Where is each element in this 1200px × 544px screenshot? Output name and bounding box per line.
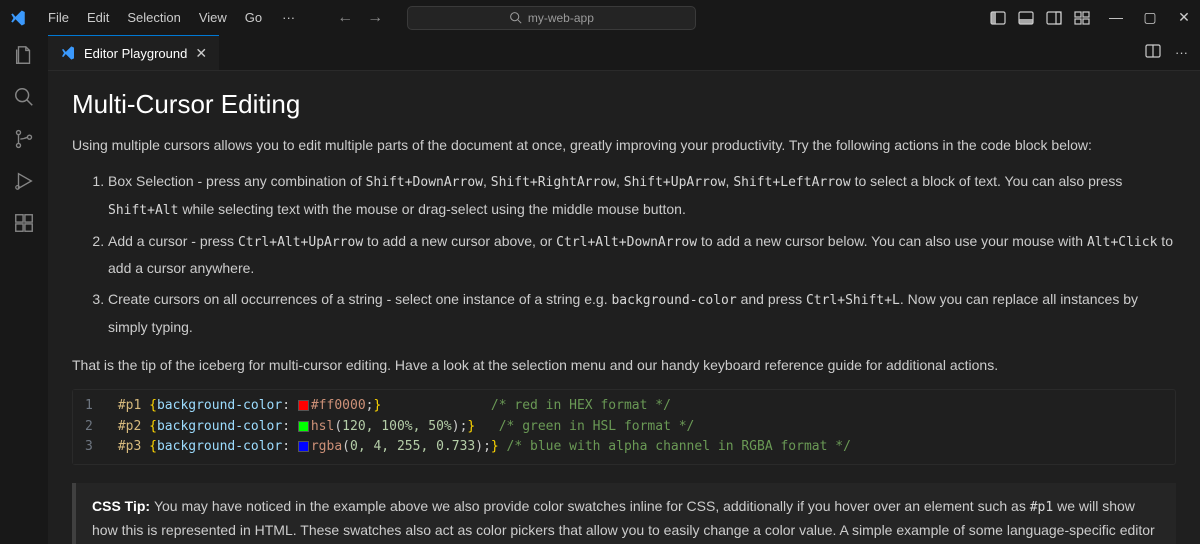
- toggle-primary-sidebar-icon[interactable]: [990, 10, 1006, 26]
- extensions-icon[interactable]: [12, 211, 36, 235]
- tip-code: #p1: [1030, 500, 1053, 515]
- window-controls: ― ▢ ✕: [1108, 9, 1192, 26]
- keycap: Shift+DownArrow: [366, 175, 483, 190]
- search-activity-icon[interactable]: [12, 85, 36, 109]
- minimize-icon[interactable]: ―: [1108, 9, 1124, 26]
- editor-area: Editor Playground ✕ ··· Multi-Cursor Edi…: [48, 35, 1200, 544]
- code-line: #p1 {background-color: #ff0000;} /* red …: [118, 396, 1165, 417]
- nav-forward-icon[interactable]: →: [367, 9, 383, 27]
- search-icon: [509, 11, 522, 24]
- source-control-icon[interactable]: [12, 127, 36, 151]
- toggle-secondary-sidebar-icon[interactable]: [1046, 10, 1062, 26]
- toggle-panel-icon[interactable]: [1018, 10, 1034, 26]
- editor-tabs: Editor Playground ✕ ···: [48, 35, 1200, 71]
- menu-go[interactable]: Go: [237, 6, 270, 29]
- explorer-icon[interactable]: [12, 43, 36, 67]
- code-block[interactable]: 1 2 3 #p1 {background-color: #ff0000;} /…: [72, 389, 1176, 465]
- line-number: 2: [85, 417, 93, 438]
- css-tip-box: CSS Tip: You may have noticed in the exa…: [72, 483, 1176, 544]
- keycap: Alt+Click: [1087, 235, 1157, 250]
- close-icon[interactable]: ✕: [1176, 9, 1192, 26]
- intro-paragraph: Using multiple cursors allows you to edi…: [72, 134, 1176, 156]
- keycap: Shift+Alt: [108, 203, 178, 218]
- keycap: background-color: [611, 293, 736, 308]
- list-item: Create cursors on all occurrences of a s…: [108, 286, 1176, 340]
- maximize-icon[interactable]: ▢: [1142, 9, 1158, 26]
- keycap: Ctrl+Shift+L: [806, 293, 900, 308]
- activity-bar: [0, 35, 48, 544]
- command-center-search[interactable]: my-web-app: [407, 6, 695, 30]
- list-item: Box Selection - press any combination of…: [108, 168, 1176, 223]
- menu-edit[interactable]: Edit: [79, 6, 117, 29]
- tab-editor-playground[interactable]: Editor Playground ✕: [48, 35, 219, 70]
- tab-label: Editor Playground: [84, 46, 187, 61]
- keycap: Shift+UpArrow: [624, 175, 726, 190]
- code-lines: #p1 {background-color: #ff0000;} /* red …: [108, 390, 1175, 464]
- page-heading: Multi-Cursor Editing: [72, 89, 1176, 120]
- list-item: Add a cursor - press Ctrl+Alt+UpArrow to…: [108, 228, 1176, 282]
- layout-controls: [990, 10, 1090, 26]
- keycap: Ctrl+Alt+DownArrow: [556, 235, 697, 250]
- line-number: 1: [85, 396, 93, 417]
- menu-selection[interactable]: Selection: [119, 6, 188, 29]
- instruction-list: Box Selection - press any combination of…: [72, 168, 1176, 340]
- tab-close-icon[interactable]: ✕: [195, 45, 207, 62]
- titlebar: File Edit Selection View Go ··· ← → my-w…: [0, 0, 1200, 35]
- vscode-logo-icon: [8, 8, 28, 28]
- color-swatch-icon[interactable]: [298, 421, 309, 432]
- nav-back-icon[interactable]: ←: [337, 9, 353, 27]
- run-debug-icon[interactable]: [12, 169, 36, 193]
- menu-overflow-icon[interactable]: ···: [274, 6, 303, 29]
- keycap: Ctrl+Alt+UpArrow: [238, 235, 363, 250]
- split-editor-icon[interactable]: [1145, 43, 1161, 62]
- code-line: #p3 {background-color: rgba(0, 4, 255, 0…: [118, 437, 1165, 458]
- line-number: 3: [85, 437, 93, 458]
- more-actions-icon[interactable]: ···: [1175, 45, 1188, 60]
- color-swatch-icon[interactable]: [298, 441, 309, 452]
- outro-paragraph: That is the tip of the iceberg for multi…: [72, 354, 1176, 376]
- menu-file[interactable]: File: [40, 6, 77, 29]
- vscode-tab-icon: [60, 45, 76, 61]
- menu-bar: File Edit Selection View Go: [40, 6, 270, 29]
- editor-actions: ···: [1145, 35, 1200, 70]
- search-text: my-web-app: [528, 11, 594, 25]
- tip-label: CSS Tip:: [92, 498, 154, 514]
- nav-arrows: ← →: [337, 9, 383, 27]
- editor-content: Multi-Cursor Editing Using multiple curs…: [48, 71, 1200, 544]
- keycap: Shift+RightArrow: [491, 175, 616, 190]
- code-line: #p2 {background-color: hsl(120, 100%, 50…: [118, 417, 1165, 438]
- color-swatch-icon[interactable]: [298, 400, 309, 411]
- menu-view[interactable]: View: [191, 6, 235, 29]
- keycap: Shift+LeftArrow: [733, 175, 850, 190]
- customize-layout-icon[interactable]: [1074, 10, 1090, 26]
- line-gutter: 1 2 3: [73, 390, 108, 464]
